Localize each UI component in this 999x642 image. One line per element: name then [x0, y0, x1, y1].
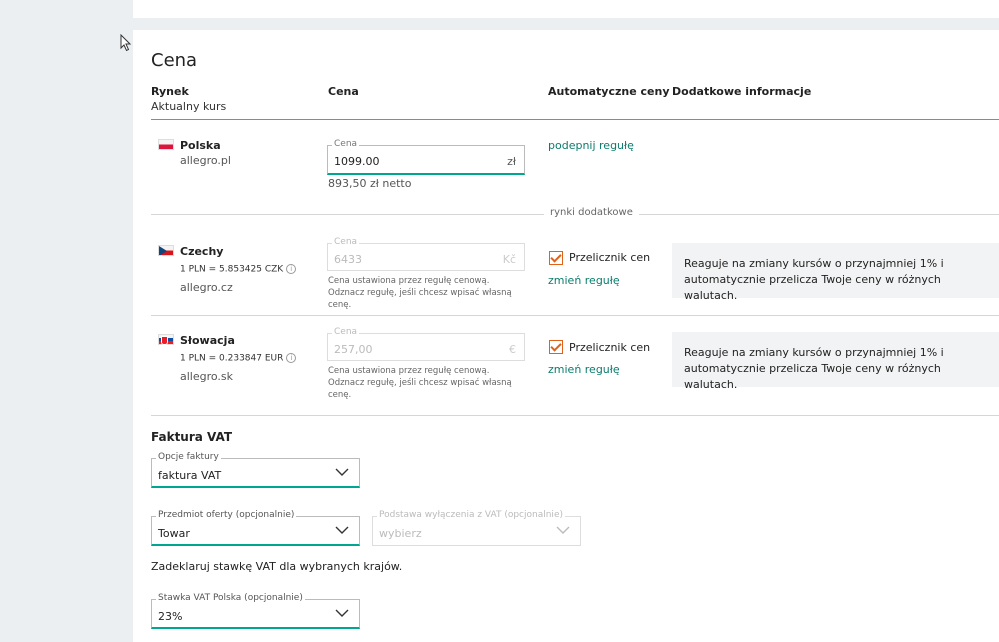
vat-rate-poland-legend: Stawka VAT Polska (opcjonalnie) — [156, 593, 305, 603]
column-header-auto-prices: Automatyczne ceny — [548, 85, 670, 98]
price-converter-checkbox[interactable] — [549, 340, 563, 354]
price-helper-text: Cena ustawiona przez regułę cenową. Odzn… — [328, 276, 512, 310]
converter-info-box: Reaguje na zmiany kursów o przynajmniej … — [672, 332, 999, 391]
vat-rate-poland-value: 23% — [158, 610, 183, 623]
vat-divider — [151, 415, 999, 416]
vat-rate-poland-select[interactable]: Stawka VAT Polska (opcjonalnie) 23% — [151, 593, 360, 629]
currency-unit: Kč — [502, 253, 516, 266]
chevron-down-icon — [335, 526, 349, 534]
exchange-rate-text: 1 PLN = 0.233847 EUR — [180, 353, 284, 364]
price-input-pl[interactable]: Cena 1099.00 zł — [327, 139, 525, 175]
price-input-legend: Cena — [332, 237, 360, 247]
chevron-down-icon — [335, 468, 349, 476]
row-divider — [151, 315, 999, 316]
market-name: Słowacja — [180, 334, 235, 347]
price-section-card: Cena Rynek Aktualny kurs Cena Automatycz… — [133, 30, 999, 642]
price-input-value: 6433 — [334, 253, 362, 266]
price-input-cz: Cena 6433 Kč — [327, 237, 525, 271]
offer-subject-select[interactable]: Przedmiot oferty (opcjonalnie) Towar — [151, 510, 360, 546]
mouse-pointer-icon — [120, 34, 132, 52]
invoice-options-select[interactable]: Opcje faktury faktura VAT — [151, 452, 360, 488]
invoice-options-legend: Opcje faktury — [156, 452, 221, 462]
market-domain: allegro.sk — [180, 370, 234, 383]
checkbox-label: Przelicznik cen — [569, 251, 651, 264]
vat-section-title: Faktura VAT — [151, 430, 233, 444]
exchange-rate: 1 PLN = 5.853425 CZK i — [180, 264, 297, 275]
price-helper-text: Cena ustawiona przez regułę cenową. Odzn… — [328, 366, 512, 400]
offer-subject-legend: Przedmiot oferty (opcjonalnie) — [156, 510, 297, 520]
flag-poland-icon — [158, 139, 174, 150]
market-name: Czechy — [180, 245, 224, 258]
attach-rule-link[interactable]: podepnij regułę — [548, 139, 634, 152]
chevron-down-icon — [556, 526, 570, 534]
currency-unit: € — [509, 343, 516, 356]
previous-section-card — [133, 0, 999, 18]
declare-vat-text: Zadeklaruj stawkę VAT dla wybranych kraj… — [151, 560, 403, 573]
vat-exemption-legend: Podstawa wyłączenia z VAT (opcjonalnie) — [377, 510, 565, 520]
price-input-sk: Cena 257,00 € — [327, 327, 525, 361]
column-header-extra-info: Dodatkowe informacje — [672, 85, 812, 98]
column-header-market: Rynek — [151, 85, 189, 98]
column-subheader-rate: Aktualny kurs — [151, 100, 227, 113]
column-header-price: Cena — [328, 85, 359, 98]
exchange-rate-text: 1 PLN = 5.853425 CZK — [180, 264, 284, 275]
change-rule-link[interactable]: zmień regułę — [548, 363, 620, 376]
invoice-options-value: faktura VAT — [158, 469, 222, 482]
vat-exemption-placeholder: wybierz — [379, 527, 422, 540]
change-rule-link[interactable]: zmień regułę — [548, 274, 620, 287]
chevron-down-icon — [335, 609, 349, 617]
price-converter-checkbox[interactable] — [549, 251, 563, 265]
header-divider — [151, 119, 999, 120]
price-input-value: 257,00 — [334, 343, 373, 356]
checkbox-label: Przelicznik cen — [569, 341, 651, 354]
vat-exemption-select: Podstawa wyłączenia z VAT (opcjonalnie) … — [372, 510, 581, 546]
market-name: Polska — [180, 139, 221, 152]
converter-info-box: Reaguje na zmiany kursów o przynajmniej … — [672, 243, 999, 302]
price-input-legend: Cena — [332, 327, 360, 337]
price-input-legend: Cena — [332, 139, 360, 149]
section-title: Cena — [151, 50, 198, 71]
flag-slovakia-icon — [158, 334, 174, 345]
flag-czechia-icon — [158, 245, 174, 256]
page-gutter — [0, 0, 133, 642]
offer-subject-value: Towar — [158, 527, 190, 540]
currency-unit: zł — [507, 155, 516, 168]
market-domain: allegro.pl — [180, 154, 231, 167]
netto-price: 893,50 zł netto — [328, 177, 412, 190]
info-icon[interactable]: i — [286, 264, 297, 274]
exchange-rate: 1 PLN = 0.233847 EUR i — [180, 353, 297, 364]
price-input-value[interactable]: 1099.00 — [334, 155, 380, 168]
market-domain: allegro.cz — [180, 281, 233, 294]
additional-markets-label: rynki dodatkowe — [544, 207, 639, 218]
info-icon[interactable]: i — [286, 353, 297, 363]
